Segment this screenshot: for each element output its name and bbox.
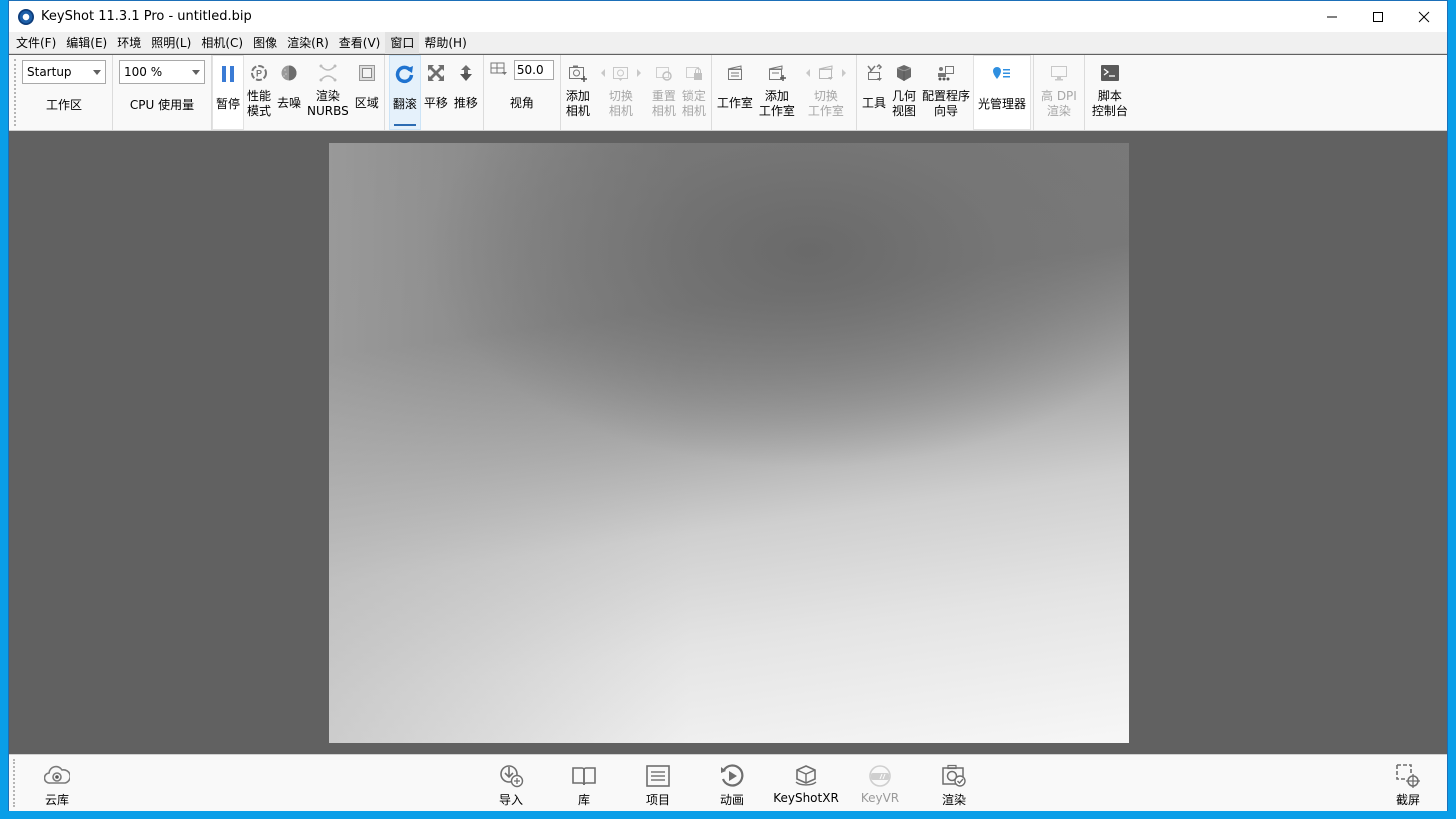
denoise-button[interactable]: 去噪: [274, 55, 304, 130]
import-button[interactable]: 导入: [475, 763, 547, 808]
dolly-button[interactable]: 推移: [451, 55, 481, 130]
switch-studio-icon: [801, 62, 851, 84]
reset-camera-icon: [653, 62, 675, 84]
pan-icon: [425, 62, 447, 84]
workspace-dropdown[interactable]: Startup: [22, 60, 106, 84]
tumble-button[interactable]: 翻滚: [388, 55, 421, 130]
menu-view[interactable]: 查看(V): [334, 32, 386, 54]
cpu-usage-dropdown[interactable]: 100 %: [119, 60, 205, 84]
terminal-icon: [1099, 62, 1121, 84]
tumble-icon: [394, 63, 416, 85]
monitor-icon: [1048, 62, 1070, 84]
pan-button[interactable]: 平移: [421, 55, 451, 130]
cpu-usage-label: CPU 使用量: [129, 98, 195, 112]
minimize-button[interactable]: [1309, 1, 1355, 32]
menu-window[interactable]: 窗口: [385, 31, 420, 54]
nurbs-icon: [317, 62, 339, 84]
library-button[interactable]: 库: [548, 763, 620, 808]
menu-environment[interactable]: 环境: [112, 32, 146, 54]
maximize-button[interactable]: [1355, 1, 1401, 32]
denoise-icon: [278, 62, 300, 84]
pause-button[interactable]: 暂停: [212, 55, 245, 130]
chevron-down-icon: [192, 70, 200, 75]
vr-headset-icon: [867, 763, 893, 789]
menu-edit[interactable]: 编辑(E): [61, 32, 112, 54]
lock-camera-button[interactable]: 锁定 相机: [679, 55, 709, 130]
tools-icon: [863, 62, 885, 84]
menu-image[interactable]: 图像: [248, 32, 282, 54]
dolly-icon: [455, 62, 477, 84]
cloud-library-icon: [44, 763, 70, 789]
add-camera-button[interactable]: 添加 相机: [563, 55, 593, 130]
light-manager-icon: [991, 63, 1013, 85]
script-console-button[interactable]: 脚本 控制台: [1089, 55, 1131, 130]
render-icon: [941, 763, 967, 789]
close-button[interactable]: [1401, 1, 1447, 32]
menu-bar: 文件(F) 编辑(E) 环境 照明(L) 相机(C) 图像 渲染(R) 查看(V…: [9, 31, 1447, 54]
keyshot-logo-icon: [18, 8, 34, 25]
project-icon: [645, 763, 671, 789]
configurator-wizard-icon: [935, 62, 957, 84]
field-of-view-icon: [490, 61, 508, 80]
add-studio-icon: [766, 62, 788, 84]
render-nurbs-button[interactable]: 渲染 NURBS: [304, 55, 352, 130]
render-viewport[interactable]: [9, 131, 1447, 754]
reset-camera-button[interactable]: 重置 相机: [649, 55, 679, 130]
project-button[interactable]: 项目: [622, 763, 694, 808]
geometry-view-button[interactable]: 几何 视图: [889, 55, 919, 130]
menu-file[interactable]: 文件(F): [11, 32, 61, 54]
svg-text:P: P: [256, 69, 262, 79]
maximize-icon: [1373, 11, 1383, 22]
field-of-view-label: 视角: [509, 96, 534, 110]
workspace-label: 工作区: [45, 98, 82, 112]
lock-camera-icon: [683, 62, 705, 84]
region-button[interactable]: 区域: [352, 55, 382, 130]
menu-help[interactable]: 帮助(H): [419, 32, 471, 54]
switch-studio-button[interactable]: 切换 工作室: [798, 55, 854, 130]
screenshot-button[interactable]: 截屏: [1372, 763, 1444, 808]
chevron-down-icon: [93, 70, 101, 75]
menu-camera[interactable]: 相机(C): [196, 32, 248, 54]
cpu-usage-value: 100 %: [124, 65, 163, 79]
pause-icon: [217, 63, 239, 85]
animation-button[interactable]: 动画: [696, 763, 768, 808]
render-canvas[interactable]: [329, 143, 1129, 743]
switch-camera-button[interactable]: 切换 相机: [593, 55, 649, 130]
high-dpi-render-button[interactable]: 高 DPI 渲染: [1038, 55, 1080, 130]
keyshotxr-icon: [793, 763, 819, 789]
window-title: KeyShot 11.3.1 Pro - untitled.bip: [41, 9, 252, 24]
performance-mode-button[interactable]: P 性能 模式: [244, 55, 274, 130]
import-icon: [498, 763, 524, 789]
add-studio-button[interactable]: 添加 工作室: [756, 55, 798, 130]
field-of-view-input[interactable]: 50.0: [513, 60, 554, 80]
performance-mode-icon: P: [248, 62, 270, 84]
geometry-view-icon: [893, 62, 915, 84]
tools-button[interactable]: 工具: [859, 55, 889, 130]
minimize-icon: [1327, 16, 1337, 17]
bottom-toolbar: 云库 导入 库 项目 动画 KeyShotXR KeyVR 渲染 截屏: [9, 754, 1447, 811]
screenshot-icon: [1395, 763, 1421, 789]
close-icon: [1418, 11, 1430, 22]
studio-button[interactable]: 工作室: [714, 55, 756, 130]
switch-camera-icon: [596, 62, 646, 84]
menu-lighting[interactable]: 照明(L): [146, 32, 196, 54]
menu-render[interactable]: 渲染(R): [282, 32, 334, 54]
book-icon: [571, 763, 597, 789]
ribbon-toolbar: Startup 工作区 100 % CPU 使用量 暂停 P 性能 模式 去噪 …: [9, 55, 1447, 131]
cloud-library-button[interactable]: 云库: [21, 763, 93, 808]
title-bar: KeyShot 11.3.1 Pro - untitled.bip: [9, 1, 1447, 32]
keyshotxr-button[interactable]: KeyShotXR: [770, 763, 842, 805]
add-camera-icon: [567, 62, 589, 84]
toolbar-grip[interactable]: [13, 759, 18, 807]
render-button[interactable]: 渲染: [918, 763, 990, 808]
studio-icon: [724, 62, 746, 84]
keyvr-button[interactable]: KeyVR: [844, 763, 916, 805]
keyshot-window: KeyShot 11.3.1 Pro - untitled.bip 文件(F) …: [8, 0, 1448, 811]
animation-icon: [719, 763, 745, 789]
light-manager-button[interactable]: 光管理器: [972, 55, 1031, 130]
region-icon: [356, 62, 378, 84]
workspace-value: Startup: [27, 65, 72, 79]
configurator-wizard-button[interactable]: 配置程序 向导: [919, 55, 973, 130]
